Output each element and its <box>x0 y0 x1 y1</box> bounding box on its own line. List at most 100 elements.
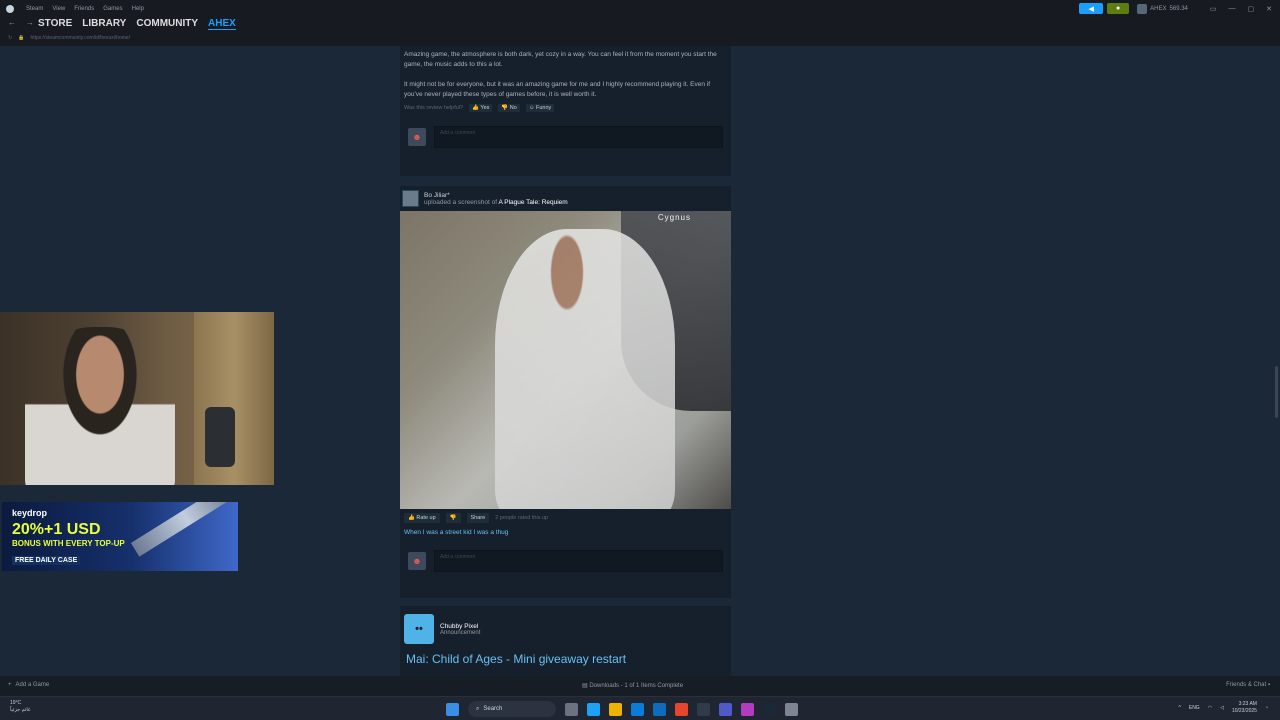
menu-games[interactable]: Games <box>103 6 122 12</box>
vote-yes-button[interactable]: 👍 Yes <box>469 104 493 112</box>
menu-view[interactable]: View <box>52 6 65 12</box>
account-name: AHEX <box>1150 5 1167 12</box>
settings-icon[interactable] <box>785 702 798 716</box>
post-game-link[interactable]: A Plague Tale: Requiem <box>498 199 567 206</box>
review-helpful-row: Was this review helpful? 👍 Yes 👎 No ☺ Fu… <box>400 104 731 112</box>
menu-steam[interactable]: Steam <box>26 6 43 12</box>
announcement-card: •• Chubby Pixel Announcement Mai: Child … <box>400 606 731 676</box>
weather-widget[interactable]: 19°C غائم جزئياً <box>10 700 31 714</box>
screenshot-comment-input[interactable]: Add a comment <box>434 550 723 572</box>
teams-icon[interactable] <box>719 702 732 716</box>
reload-icon[interactable]: ↻ <box>8 35 12 41</box>
edge-icon[interactable] <box>587 702 600 716</box>
forward-arrow-icon[interactable]: → <box>26 18 34 27</box>
maximize-icon[interactable]: ▢ <box>1248 5 1255 13</box>
nav-links: STORE LIBRARY COMMUNITY AHEX <box>38 18 236 30</box>
nav-community[interactable]: COMMUNITY <box>136 18 198 30</box>
app-icon[interactable] <box>741 702 754 716</box>
windows-start-icon[interactable] <box>446 702 459 716</box>
taskbar-apps: ⌕ Search <box>446 701 798 717</box>
nav-arrows: ← → <box>8 18 34 27</box>
rate-up-button[interactable]: 👍 Rate up <box>404 513 440 523</box>
screenshot-image[interactable]: Cygnus <box>400 211 731 509</box>
screenshot-comment-row: ☻ Add a comment <box>400 550 731 572</box>
account-menu[interactable]: AHEX 569.34 <box>1133 3 1192 14</box>
rate-up-label: Rate up <box>416 515 436 521</box>
vote-no-button[interactable]: 👎 No <box>498 104 520 112</box>
share-button[interactable]: Share <box>466 513 490 523</box>
poster-info: Bo Jiliar* uploaded a screenshot of A Pl… <box>424 192 568 206</box>
post-action: uploaded a screenshot of A Plague Tale: … <box>424 199 568 206</box>
screenshot-post-card: Bo Jiliar* uploaded a screenshot of A Pl… <box>400 186 731 598</box>
announcements-button[interactable]: ◀ <box>1079 3 1104 14</box>
nav-store[interactable]: STORE <box>38 18 72 30</box>
nav-library[interactable]: LIBRARY <box>82 18 126 30</box>
developer-name[interactable]: Chubby Pixel <box>440 623 480 630</box>
rated-count: 2 people rated this up <box>495 515 549 521</box>
downloads-status[interactable]: ▤ Downloads - 1 of 1 Items Complete <box>582 682 683 689</box>
lang-indicator[interactable]: ENG <box>1189 705 1200 711</box>
download-icon: ▤ <box>582 683 588 689</box>
nav-profile[interactable]: AHEX <box>208 18 236 30</box>
steam-menu: Steam View Friends Games Help <box>0 5 144 13</box>
menu-friends[interactable]: Friends <box>74 6 94 12</box>
window-controls: ▭ — ▢ ✕ <box>1210 5 1272 13</box>
steam-active-icon[interactable] <box>763 702 776 716</box>
vote-funny-button[interactable]: ☺ Funny <box>525 104 555 112</box>
review-comment-input[interactable]: Add a comment <box>434 126 723 148</box>
review-comment-row: ☻ Add a comment <box>400 126 731 148</box>
chrome-icon[interactable] <box>675 702 688 716</box>
page-scrollbar[interactable] <box>1275 366 1278 418</box>
wifi-icon[interactable]: ◠ <box>1208 705 1212 711</box>
system-tray: ^ ENG ◠ ◁ 3:23 AM 10/23/2025 ◔ <box>1179 701 1269 715</box>
developer-logo-icon[interactable]: •• <box>404 614 434 644</box>
commenter-avatar: ☻ <box>408 552 426 570</box>
plus-icon: + <box>8 682 12 688</box>
steam-navbar: ← → STORE LIBRARY COMMUNITY AHEX ↻ 🔒 htt… <box>0 18 1280 46</box>
review-paragraph-2: It might not be for everyone, but it was… <box>404 81 711 98</box>
minimize-icon[interactable]: — <box>1229 5 1236 13</box>
close-icon[interactable]: ✕ <box>1266 5 1272 13</box>
friends-chat-button[interactable]: Friends & Chat ▪ <box>1226 682 1270 688</box>
lock-icon: 🔒 <box>18 35 25 41</box>
taskbar-search[interactable]: ⌕ Search <box>468 701 556 717</box>
add-game-label: Add a Game <box>15 682 50 688</box>
microphone-icon <box>205 407 235 467</box>
vote-funny-label: Funny <box>535 105 552 111</box>
review-card: Amazing game, the atmosphere is both dar… <box>400 46 731 176</box>
steam-taskbar-icon[interactable] <box>697 702 710 716</box>
file-explorer-icon[interactable] <box>609 702 622 716</box>
steam-logo-icon <box>6 5 14 13</box>
screenshot-caption[interactable]: When I was a street kid I was a thug <box>400 527 731 544</box>
task-view-icon[interactable] <box>565 702 578 716</box>
volume-icon[interactable]: ◁ <box>1220 705 1224 711</box>
page-url[interactable]: https://steamcommunity.com/id/hexaxi/hom… <box>30 35 130 41</box>
clock-time: 3:23 AM <box>1238 701 1257 707</box>
announcement-title[interactable]: Mai: Child of Ages - Mini giveaway resta… <box>400 644 731 674</box>
notification-bell-icon[interactable]: ◔ <box>1265 705 1268 711</box>
poster-name[interactable]: Bo Jiliar* <box>424 192 568 199</box>
ad-cta: FREE DAILY CASE <box>12 556 81 565</box>
weather-desc: غائم جزئياً <box>10 707 31 713</box>
webcam-overlay <box>0 312 274 485</box>
add-game-button[interactable]: + Add a Game <box>8 682 49 688</box>
back-arrow-icon[interactable]: ← <box>8 18 16 27</box>
bigpicture-icon[interactable]: ▭ <box>1210 5 1217 13</box>
wallet-balance: 569.34 <box>1169 5 1188 12</box>
review-body: Amazing game, the atmosphere is both dar… <box>400 46 731 104</box>
menu-help[interactable]: Help <box>132 6 144 12</box>
ad-subline: BONUS WITH EVERY TOP-UP <box>12 539 125 548</box>
rate-down-button[interactable]: 👎 <box>445 513 461 523</box>
thumbs-up-icon: 👍 <box>472 105 479 111</box>
avatar <box>1137 3 1148 14</box>
outlook-icon[interactable] <box>653 702 666 716</box>
commenter-avatar: ☻ <box>408 128 426 146</box>
poster-avatar[interactable] <box>402 190 419 207</box>
megaphone-icon: ◀ <box>1088 5 1094 13</box>
store-icon[interactable] <box>631 702 644 716</box>
taskbar-clock[interactable]: 3:23 AM 10/23/2025 <box>1232 701 1257 715</box>
vote-yes-label: Yes <box>480 105 490 111</box>
steam-titlebar: Steam View Friends Games Help ◀ ● AHEX 5… <box>0 0 1280 18</box>
notifications-button[interactable]: ● <box>1107 3 1130 14</box>
chevron-up-icon[interactable]: ^ <box>1179 705 1181 711</box>
